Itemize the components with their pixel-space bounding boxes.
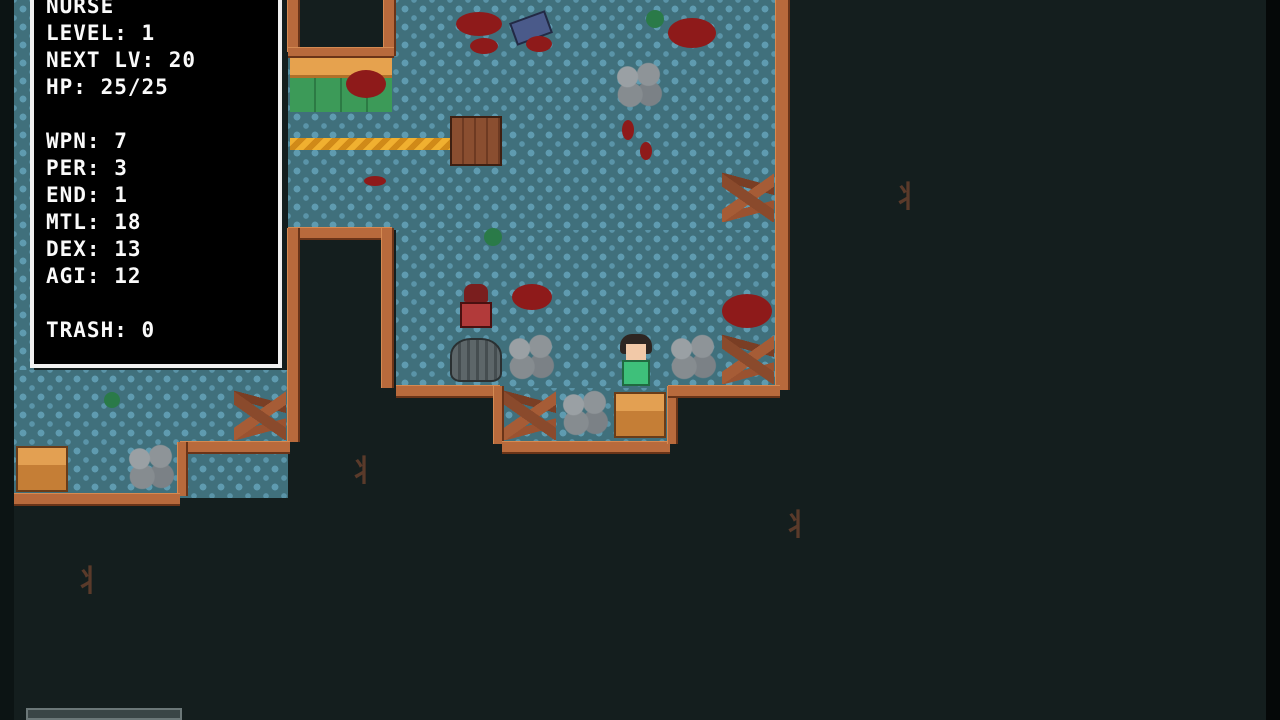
zombie-head [464, 284, 488, 302]
wood-pile[interactable] [504, 388, 556, 440]
blood-splatter [346, 70, 386, 98]
player-face [626, 344, 646, 360]
wall-hall-bottom-left [396, 386, 500, 396]
blood-splatter [668, 18, 716, 48]
wall-hall-bottom-right [668, 386, 780, 396]
rock-pile[interactable] [504, 332, 556, 380]
wall-mid-left [288, 228, 298, 442]
open-box[interactable] [614, 392, 666, 438]
rock-pile[interactable] [558, 388, 610, 436]
stat-dex: DEX: 13 [46, 237, 142, 261]
wood-pile[interactable] [722, 332, 774, 384]
wall-doorway-bottom [288, 48, 394, 56]
dark-doorway [300, 0, 384, 50]
zombie-enemy[interactable] [456, 282, 496, 332]
green-stain [484, 228, 502, 246]
character-stats-panel: NURSE LEVEL: 1 NEXT LV: 20 HP: 25/25 WPN… [30, 0, 282, 368]
stat-class-name: NURSE [46, 0, 115, 18]
player-scrubs [622, 360, 650, 386]
stat-per: PER: 3 [46, 156, 128, 180]
stat-trash: TRASH: 0 [46, 318, 156, 342]
green-stain [646, 10, 664, 28]
wall-left-room-bottom [14, 494, 180, 504]
screen-left-border [0, 0, 14, 720]
wall-doorway-left [288, 0, 298, 52]
caution-tape [290, 138, 450, 150]
wall-mid-right [382, 228, 392, 388]
stat-next-level: NEXT LV: 20 [46, 48, 197, 72]
stat-wpn: WPN: 7 [46, 129, 128, 153]
blood-splatter [456, 12, 502, 36]
player-nurse[interactable] [614, 332, 658, 388]
stat-agi: AGI: 12 [46, 264, 142, 288]
wall-alcove-bottom [502, 442, 670, 452]
wall-right [776, 0, 788, 390]
blood-splatter [640, 142, 652, 160]
wall-mid-top [288, 228, 392, 238]
green-stain [104, 392, 120, 408]
blood-splatter [364, 176, 386, 186]
claw-mark: ⺦ [348, 454, 378, 489]
claw-mark: ⺦ [782, 508, 812, 543]
corpse-blood [526, 36, 552, 52]
corpse[interactable] [506, 8, 558, 58]
rock-pile[interactable] [124, 442, 176, 490]
rock-pile[interactable] [612, 60, 664, 108]
rock-pile[interactable] [666, 332, 718, 380]
wall-left-room-mid [180, 442, 290, 452]
manhole-cover[interactable] [450, 338, 502, 382]
blood-splatter [622, 120, 634, 140]
blood-splatter [470, 38, 498, 54]
bottom-panel-tab[interactable] [26, 708, 182, 720]
stat-level: LEVEL: 1 [46, 21, 156, 45]
claw-mark: ⺦ [892, 180, 922, 215]
zombie-body [460, 302, 492, 328]
stat-hp: HP: 25/25 [46, 75, 169, 99]
cardboard-box[interactable] [16, 446, 68, 492]
wood-pile[interactable] [234, 388, 286, 440]
stat-mtl: MTL: 18 [46, 210, 142, 234]
stat-end: END: 1 [46, 183, 128, 207]
claw-mark: ⺦ [74, 564, 104, 599]
wall-left-room-step [178, 442, 186, 496]
wall-alcove-left [494, 386, 502, 444]
screen-right-border [1266, 0, 1280, 720]
wooden-crate[interactable] [450, 116, 502, 166]
blood-splatter [722, 294, 772, 328]
wood-pile[interactable] [722, 170, 774, 222]
blood-splatter [512, 284, 552, 310]
